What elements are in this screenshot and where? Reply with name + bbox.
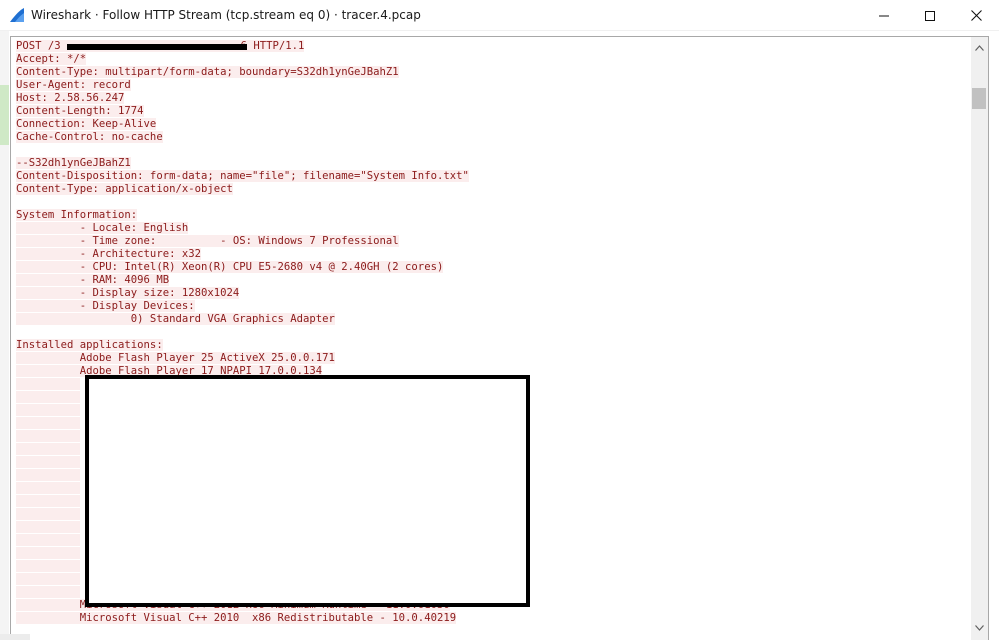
background-window-highlight <box>0 85 9 145</box>
installed-heading: Installed applications: <box>16 339 163 351</box>
system-info-line: - Architecture: x32 <box>16 248 201 260</box>
header-line: Content-Length: 1774 <box>16 105 144 117</box>
background-window-strip <box>0 634 30 640</box>
scroll-up-button[interactable] <box>971 37 988 54</box>
header-line: Connection: Keep-Alive <box>16 118 157 130</box>
chevron-up-icon <box>975 37 984 55</box>
redaction-bar <box>67 44 247 50</box>
system-info-line: - CPU: Intel(R) Xeon(R) CPU E5-2680 v4 @… <box>16 261 444 273</box>
part-header-line: Content-Type: application/x-object <box>16 183 233 195</box>
header-line: Cache-Control: no-cache <box>16 131 163 143</box>
header-line: Content-Type: multipart/form-data; bound… <box>16 66 399 78</box>
system-info-line: 0) Standard VGA Graphics Adapter <box>16 313 335 325</box>
close-icon <box>970 6 982 25</box>
part-header-line: Content-Disposition: form-data; name="fi… <box>16 170 469 182</box>
title-bar: Wireshark · Follow HTTP Stream (tcp.stre… <box>0 0 999 31</box>
maximize-button[interactable] <box>907 0 953 31</box>
close-button[interactable] <box>953 0 999 31</box>
system-info-line: - RAM: 4096 MB <box>16 274 170 286</box>
boundary-line: --S32dh1ynGeJBahZ1 <box>16 157 131 169</box>
redaction-box <box>85 375 530 607</box>
request-line-suffix: 6 HTTP/1.1 <box>240 40 305 52</box>
request-line-prefix: POST /3 <box>16 40 61 52</box>
system-info-line: - Display size: 1280x1024 <box>16 287 240 299</box>
header-line: Host: 2.58.56.247 <box>16 92 125 104</box>
maximize-icon <box>925 6 935 25</box>
stream-content-area[interactable]: POST /3 6 HTTP/1.1 Accept: */* Content-Ty… <box>10 36 989 640</box>
window-title: Wireshark · Follow HTTP Stream (tcp.stre… <box>31 8 421 22</box>
minimize-button[interactable] <box>861 0 907 31</box>
chevron-down-icon <box>975 616 984 635</box>
minimize-icon <box>879 6 889 25</box>
header-line: Accept: */* <box>16 53 87 65</box>
scroll-down-button[interactable] <box>971 617 988 634</box>
system-info-line: - Time zone: - OS: Windows 7 Professiona… <box>16 235 399 247</box>
vertical-scrollbar[interactable] <box>971 37 988 640</box>
system-info-line: - Locale: English <box>16 222 189 234</box>
system-info-line: - Display Devices: <box>16 300 195 312</box>
installed-app-line: Microsoft Visual C++ 2010 x86 Redistribu… <box>16 612 457 624</box>
system-info-heading: System Information: <box>16 209 138 221</box>
wireshark-fin-icon <box>9 7 25 23</box>
installed-app-line: Adobe Flash Player 25 ActiveX 25.0.0.171 <box>16 352 335 364</box>
scrollbar-thumb[interactable] <box>972 88 986 109</box>
header-line: User-Agent: record <box>16 79 131 91</box>
